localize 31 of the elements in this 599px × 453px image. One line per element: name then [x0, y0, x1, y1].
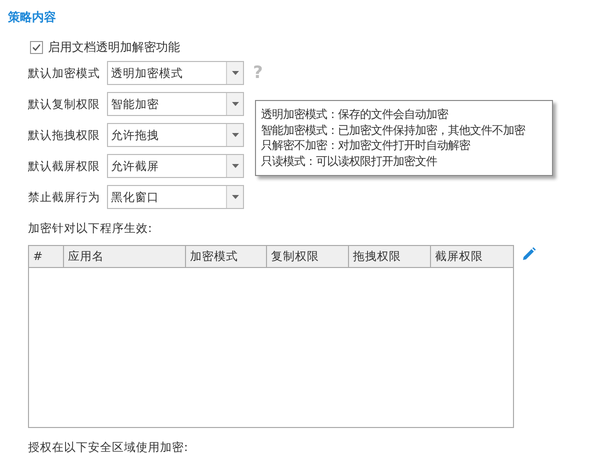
dropdown[interactable]: 允许拖拽 — [107, 123, 244, 147]
tooltip-text: 只解密不加密：对加密文件打开时自动解密 — [261, 138, 472, 154]
tooltip-text: 透明加密模式：保存的文件会自动加密 — [261, 107, 450, 122]
column-header: 复制权限 — [267, 246, 349, 267]
dropdown[interactable]: 黑化窗口 — [107, 185, 244, 209]
caret-icon — [232, 164, 238, 168]
column-header: 截屏权限 — [434, 248, 484, 265]
field-label: 禁止截屏行为 — [28, 190, 101, 204]
caret-icon — [232, 102, 238, 106]
checkbox-label: 启用文档透明加解密功能 — [48, 38, 180, 56]
dropdown[interactable]: 透明加密模式 — [107, 61, 244, 85]
caret-icon — [232, 71, 238, 75]
tooltip-text: 智能加密模式：已加密文件保持加密，其他文件不加密 — [261, 122, 526, 138]
caret-icon — [232, 195, 238, 199]
column-header: 拖拽权限 — [349, 246, 431, 267]
dropdown[interactable]: 允许截屏 — [107, 154, 244, 178]
column-header: 应用名 — [64, 246, 186, 267]
caret-icon — [232, 133, 238, 137]
column-header: 加密模式 — [186, 246, 267, 267]
field-label: 默认截屏权限 — [28, 158, 101, 174]
section-title: 策略内容 — [8, 9, 57, 26]
section-label: 加密针对以下程序生效: — [28, 221, 153, 236]
checkbox[interactable] — [30, 40, 43, 54]
field-label: 默认复制权限 — [28, 96, 101, 112]
field-label: 默认加密模式 — [28, 66, 101, 80]
field-label: 默认拖拽权限 — [28, 128, 101, 142]
dropdown[interactable]: 智能加密 — [107, 92, 244, 116]
tooltip-text: 只读模式：可以读权限打开加密文件 — [261, 154, 438, 169]
section-label: 授权在以下安全区域使用加密: — [28, 440, 189, 453]
edit-icon[interactable] — [522, 247, 536, 261]
column-header: # — [29, 246, 64, 267]
